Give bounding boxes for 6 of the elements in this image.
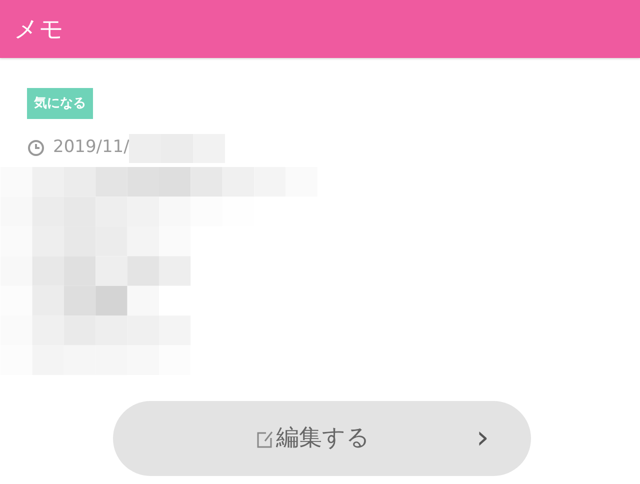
date-text: 2019/11/ — [53, 136, 130, 160]
edit-button[interactable]: 編集する › — [113, 401, 531, 476]
tag-label: 気になる — [27, 88, 93, 119]
header-title: メモ — [14, 14, 64, 45]
clock-icon — [27, 139, 45, 157]
edit-icon — [256, 428, 274, 448]
